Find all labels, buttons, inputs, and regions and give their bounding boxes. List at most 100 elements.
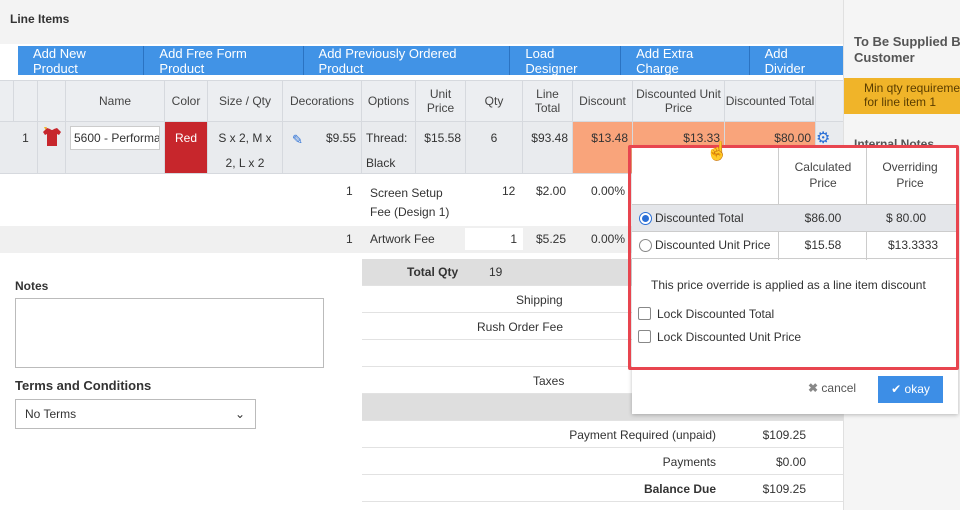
grid-header: Name Color Size / Qty Decorations Option… <box>0 80 843 122</box>
payments-label: Payments <box>662 455 716 469</box>
override-note: This price override is applied as a line… <box>651 278 926 292</box>
fee-qty[interactable]: 12 <box>502 184 515 198</box>
option-discounted-total[interactable]: Discounted Total $86.00 $ 80.00 <box>632 205 958 232</box>
payment-required-value: $109.25 <box>762 428 806 442</box>
balance-due-row: Balance Due $109.25 <box>362 475 843 502</box>
close-icon: ✖ <box>808 381 819 395</box>
fee-number: 1 <box>346 232 353 246</box>
header-line-total[interactable]: Line Total <box>523 81 573 121</box>
checkbox-box[interactable] <box>638 307 651 320</box>
supplied-by-title: To Be Supplied By Customer <box>854 34 960 65</box>
fee-number: 1 <box>346 184 353 198</box>
header-size-qty[interactable]: Size / Qty <box>208 81 283 121</box>
payments-row: Payments $0.00 <box>362 448 843 475</box>
fee-discount[interactable]: 0.00% <box>591 232 625 246</box>
fee-name[interactable]: Screen Setup Fee (Design 1) <box>370 184 460 222</box>
min-qty-warning: Min qty requirement for line item 1 <box>844 78 960 114</box>
cancel-label: cancel <box>821 381 857 395</box>
size-qty-cell[interactable]: S x 2, M x 2, L x 2 <box>208 122 283 173</box>
popup-table-header: Calculated Price Overriding Price <box>632 147 958 260</box>
header-qty[interactable]: Qty <box>466 81 523 121</box>
overriding-price-input[interactable]: $ 80.00 <box>868 211 958 225</box>
calculated-price-value: $15.58 <box>804 238 842 252</box>
add-new-product-button[interactable]: Add New Product <box>18 46 145 76</box>
discounted-total-radio[interactable] <box>639 212 652 225</box>
add-divider-button[interactable]: Add Divider <box>749 46 843 76</box>
row-number: 1 <box>14 122 38 173</box>
color-cell[interactable]: Red <box>165 122 208 173</box>
terms-value: No Terms <box>25 407 77 421</box>
balance-due-value: $109.25 <box>762 482 806 496</box>
notes-label: Notes <box>15 279 49 293</box>
taxes-label: Taxes <box>533 374 565 388</box>
price-override-popup: Calculated Price Overriding Price Discou… <box>632 147 958 414</box>
discount-cell[interactable]: $13.48 <box>573 122 633 173</box>
header-num <box>14 81 38 121</box>
okay-button[interactable]: ✔ okay <box>878 376 943 403</box>
qty-cell[interactable]: 6 <box>466 122 523 173</box>
product-name-field[interactable]: 5600 - Performa <box>70 126 160 150</box>
total-qty-value: 19 <box>489 265 503 279</box>
terms-select[interactable]: No Terms ⌄ <box>15 399 256 429</box>
balance-due-label: Balance Due <box>643 482 716 496</box>
fee-price[interactable]: $2.00 <box>536 184 566 198</box>
fee-row[interactable]: 1 Screen Setup Fee (Design 1) 12 $2.00 0… <box>0 184 632 224</box>
shipping-label: Shipping <box>516 293 563 307</box>
product-image <box>38 122 66 173</box>
header-discounted-total[interactable]: Discounted Total <box>725 81 816 121</box>
line-items-toolbar: Add New Product Add Free Form Product Ad… <box>18 46 843 76</box>
line-total-cell: $93.48 <box>523 122 573 173</box>
options-cell[interactable]: Thread: Black <box>362 122 416 173</box>
discounted-unit-price-radio[interactable] <box>639 239 652 252</box>
unit-price-cell[interactable]: $15.58 <box>416 122 466 173</box>
cancel-button[interactable]: ✖ cancel <box>808 381 856 395</box>
option-label: Discounted Unit Price <box>655 238 771 252</box>
fee-row[interactable]: 1 Artwork Fee 1 $5.25 0.00% <box>0 226 632 253</box>
name-cell: 5600 - Performa <box>66 122 165 173</box>
option-discounted-unit-price[interactable]: Discounted Unit Price $15.58 $13.3333 <box>632 232 958 259</box>
add-previously-ordered-product-button[interactable]: Add Previously Ordered Product <box>303 46 511 76</box>
payments-value: $0.00 <box>775 455 806 469</box>
decoration-price: $9.55 <box>325 131 356 145</box>
section-title: Line Items <box>10 12 70 26</box>
total-qty-label: Total Qty <box>407 265 459 279</box>
option-label: Discounted Total <box>655 211 744 225</box>
header-color[interactable]: Color <box>165 81 208 121</box>
header-image <box>38 81 66 121</box>
gear-icon[interactable]: ⚙ <box>816 128 830 148</box>
header-options[interactable]: Options <box>362 81 416 121</box>
chevron-down-icon: ⌄ <box>234 407 245 421</box>
terms-label: Terms and Conditions <box>15 378 152 393</box>
header-discounted-unit-price[interactable]: Discounted Unit Price <box>633 81 725 121</box>
overriding-price-header: Overriding Price <box>882 160 938 190</box>
tshirt-icon <box>43 127 61 146</box>
load-designer-button[interactable]: Load Designer <box>510 46 622 76</box>
check-icon: ✔ <box>891 382 902 396</box>
header-decorations[interactable]: Decorations <box>283 81 362 121</box>
notes-textarea[interactable] <box>15 298 324 368</box>
fee-discount[interactable]: 0.00% <box>591 184 625 198</box>
header-spacer <box>0 81 14 121</box>
fee-qty[interactable]: 1 <box>465 228 523 250</box>
add-free-form-product-button[interactable]: Add Free Form Product <box>144 46 304 76</box>
fee-price[interactable]: $5.25 <box>536 232 566 246</box>
rush-fee-label: Rush Order Fee <box>477 320 564 334</box>
calculated-price-value: $86.00 <box>804 211 842 225</box>
checkbox-label: Lock Discounted Unit Price <box>657 330 802 344</box>
add-extra-charge-button[interactable]: Add Extra Charge <box>621 46 750 76</box>
decorations-cell[interactable]: ✎ $9.55 <box>283 122 362 173</box>
header-band <box>0 0 843 44</box>
overriding-price-input[interactable]: $13.3333 <box>868 238 958 252</box>
fee-name[interactable]: Artwork Fee <box>370 232 435 246</box>
payment-required-row: Payment Required (unpaid) $109.25 <box>362 421 843 448</box>
header-discount[interactable]: Discount <box>573 81 633 121</box>
header-unit-price[interactable]: Unit Price <box>416 81 466 121</box>
calculated-price-header: Calculated Price <box>794 160 852 190</box>
payment-required-label: Payment Required (unpaid) <box>569 428 716 442</box>
checkbox-label: Lock Discounted Total <box>657 307 775 321</box>
checkbox-box[interactable] <box>638 330 651 343</box>
edit-decoration-icon[interactable]: ✎ <box>292 127 303 152</box>
header-name[interactable]: Name <box>66 81 165 121</box>
okay-label: okay <box>904 382 930 396</box>
pointer-cursor-icon: ☝ <box>706 141 729 161</box>
